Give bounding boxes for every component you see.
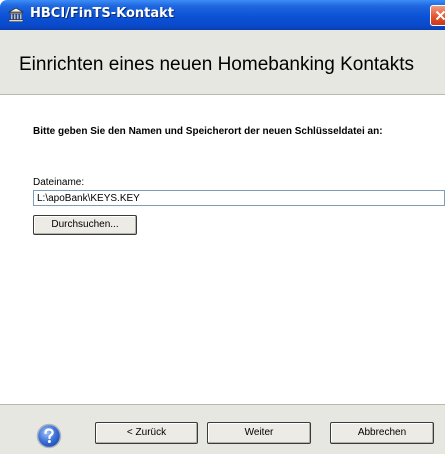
browse-button[interactable]: Durchsuchen...: [33, 215, 137, 235]
instruction-text: Bitte geben Sie den Namen und Speicheror…: [33, 126, 383, 137]
filename-label: Dateiname:: [33, 177, 85, 188]
next-button[interactable]: Weiter: [207, 422, 311, 444]
wizard-window: HBCI/FinTS-Kontakt Einrichten eines neue…: [0, 0, 445, 454]
help-button[interactable]: [36, 423, 62, 449]
wizard-header: Einrichten eines neuen Homebanking Konta…: [0, 30, 445, 95]
title-bar[interactable]: HBCI/FinTS-Kontakt: [0, 0, 445, 30]
question-mark-icon: [36, 423, 62, 449]
filename-field[interactable]: [33, 190, 445, 206]
cancel-button[interactable]: Abbrechen: [330, 422, 434, 444]
bank-building-icon: [7, 7, 25, 23]
close-icon: [435, 10, 445, 21]
close-button[interactable]: [430, 5, 445, 26]
back-button[interactable]: < Zurück: [95, 422, 198, 444]
window-title: HBCI/FinTS-Kontakt: [30, 6, 175, 21]
wizard-footer: < Zurück Weiter Abbrechen: [0, 404, 445, 454]
page-title: Einrichten eines neuen Homebanking Konta…: [19, 54, 415, 75]
